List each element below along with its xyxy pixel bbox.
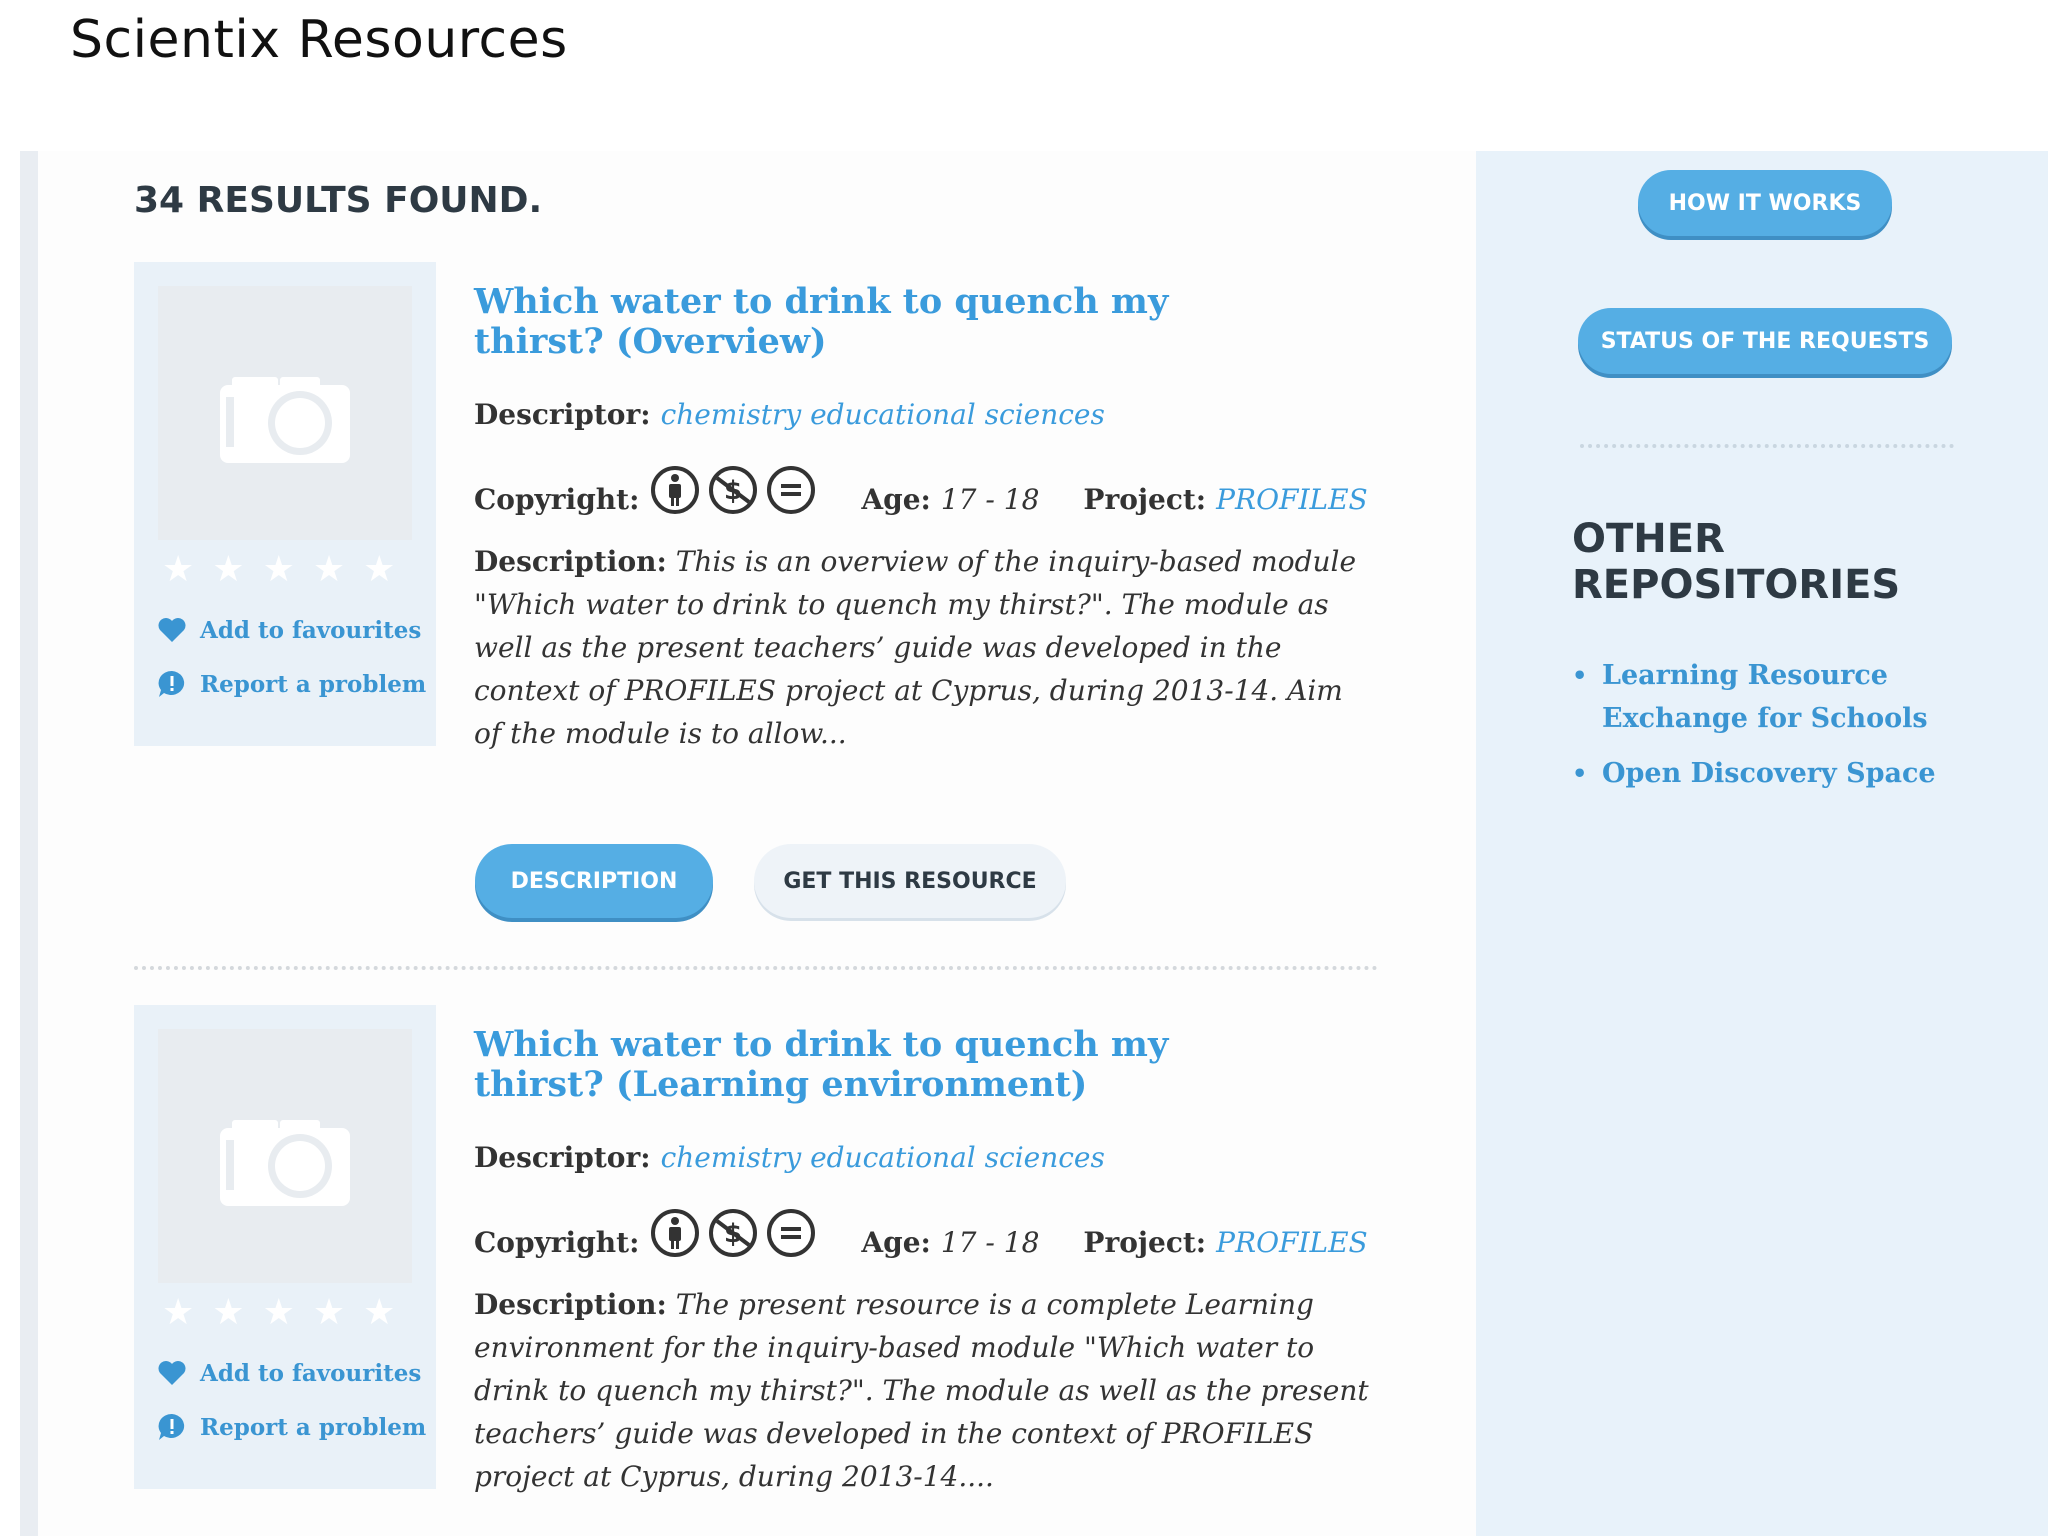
rating-stars[interactable]: ★ ★ ★ ★ ★	[162, 1293, 395, 1333]
other-repositories-heading: OTHER REPOSITORIES	[1572, 516, 1901, 608]
age-value: 17 - 18	[940, 483, 1040, 516]
star-icon[interactable]: ★	[263, 550, 295, 590]
descriptor-label: Descriptor:	[474, 398, 651, 431]
results-divider	[134, 966, 1378, 970]
resource-thumbnail-panel: ★ ★ ★ ★ ★ Add to favourites Report a pro…	[134, 1005, 436, 1489]
star-icon[interactable]: ★	[212, 1293, 244, 1333]
report-problem-link[interactable]: Report a problem	[156, 668, 426, 700]
resource-thumbnail[interactable]	[158, 1029, 412, 1283]
bullet-icon: •	[1572, 759, 1588, 788]
project-link[interactable]: PROFILES	[1216, 1226, 1368, 1259]
add-to-favourites-link[interactable]: Add to favourites	[156, 614, 421, 646]
license-icons: $	[649, 1207, 817, 1259]
description-label: Description:	[474, 1288, 667, 1321]
get-this-resource-button[interactable]: GET THIS RESOURCE	[754, 844, 1066, 918]
age-label: Age:	[861, 483, 931, 516]
descriptor-link[interactable]: chemistry educational sciences	[661, 398, 1105, 431]
heart-icon	[158, 618, 186, 642]
resource-card: ★ ★ ★ ★ ★ Add to favourites Report a pro…	[134, 1005, 1384, 1536]
rating-stars[interactable]: ★ ★ ★ ★ ★	[162, 550, 395, 590]
add-to-favourites-label: Add to favourites	[200, 616, 422, 644]
add-to-favourites-link[interactable]: Add to favourites	[156, 1357, 421, 1389]
description-label: Description:	[474, 545, 667, 578]
description-block: Description: The present resource is a c…	[474, 1283, 1374, 1498]
resource-title-link[interactable]: Which water to drink to quench my thirst…	[474, 1025, 1194, 1105]
cc-by-icon[interactable]	[649, 464, 701, 516]
how-it-works-button[interactable]: HOW IT WORKS	[1638, 170, 1892, 236]
license-icons: $	[649, 464, 817, 516]
project-link[interactable]: PROFILES	[1216, 483, 1368, 516]
report-problem-label: Report a problem	[200, 1413, 427, 1441]
report-problem-label: Report a problem	[200, 670, 427, 698]
star-icon[interactable]: ★	[162, 1293, 194, 1333]
resource-card: ★ ★ ★ ★ ★ Add to favourites Report a pro…	[134, 262, 1384, 942]
cc-by-icon[interactable]	[649, 1207, 701, 1259]
meta-row: Copyright: $	[474, 1207, 1368, 1259]
repository-label: Learning Resource Exchange for Schools	[1602, 660, 1928, 734]
page-title: Scientix Resources	[70, 10, 568, 70]
copyright-label: Copyright:	[474, 1226, 640, 1259]
status-of-requests-button[interactable]: STATUS OF THE REQUESTS	[1578, 308, 1952, 374]
cc-nc-icon[interactable]: $	[707, 1207, 759, 1259]
resource-thumbnail[interactable]	[158, 286, 412, 540]
star-icon[interactable]: ★	[363, 1293, 395, 1333]
star-icon[interactable]: ★	[162, 550, 194, 590]
heart-icon	[158, 1361, 186, 1385]
report-problem-link[interactable]: Report a problem	[156, 1411, 426, 1443]
descriptor-label: Descriptor:	[474, 1141, 651, 1174]
project-label: Project:	[1083, 1226, 1207, 1259]
star-icon[interactable]: ★	[363, 550, 395, 590]
camera-placeholder-icon	[220, 377, 350, 463]
descriptor-row: Descriptor: chemistry educational scienc…	[474, 398, 1105, 431]
meta-row: Copyright: $	[474, 464, 1368, 516]
star-icon[interactable]: ★	[263, 1293, 295, 1333]
star-icon[interactable]: ★	[212, 550, 244, 590]
alert-bubble-icon	[158, 1413, 185, 1440]
repositories-list: • Learning Resource Exchange for Schools…	[1572, 654, 1992, 807]
project-label: Project:	[1083, 483, 1207, 516]
left-rail	[20, 151, 38, 1536]
add-to-favourites-label: Add to favourites	[200, 1359, 422, 1387]
star-icon[interactable]: ★	[313, 1293, 345, 1333]
resource-thumbnail-panel: ★ ★ ★ ★ ★ Add to favourites Report a pro…	[134, 262, 436, 746]
age-value: 17 - 18	[940, 1226, 1040, 1259]
repository-label: Open Discovery Space	[1602, 758, 1936, 789]
description-block: Description: This is an overview of the …	[474, 540, 1374, 755]
sidebar-divider	[1580, 444, 1954, 448]
star-icon[interactable]: ★	[313, 550, 345, 590]
alert-bubble-icon	[158, 670, 185, 697]
cc-nd-icon[interactable]	[765, 1207, 817, 1259]
copyright-label: Copyright:	[474, 483, 640, 516]
cc-nc-icon[interactable]: $	[707, 464, 759, 516]
descriptor-row: Descriptor: chemistry educational scienc…	[474, 1141, 1105, 1174]
results-count: 34 RESULTS FOUND.	[134, 180, 543, 221]
bullet-icon: •	[1572, 661, 1588, 690]
cc-nd-icon[interactable]	[765, 464, 817, 516]
camera-placeholder-icon	[220, 1120, 350, 1206]
repository-link[interactable]: • Open Discovery Space	[1572, 752, 1992, 795]
descriptor-link[interactable]: chemistry educational sciences	[661, 1141, 1105, 1174]
resource-title-link[interactable]: Which water to drink to quench my thirst…	[474, 282, 1194, 362]
description-button[interactable]: DESCRIPTION	[475, 844, 713, 918]
repository-link[interactable]: • Learning Resource Exchange for Schools	[1572, 654, 1992, 740]
age-label: Age:	[861, 1226, 931, 1259]
